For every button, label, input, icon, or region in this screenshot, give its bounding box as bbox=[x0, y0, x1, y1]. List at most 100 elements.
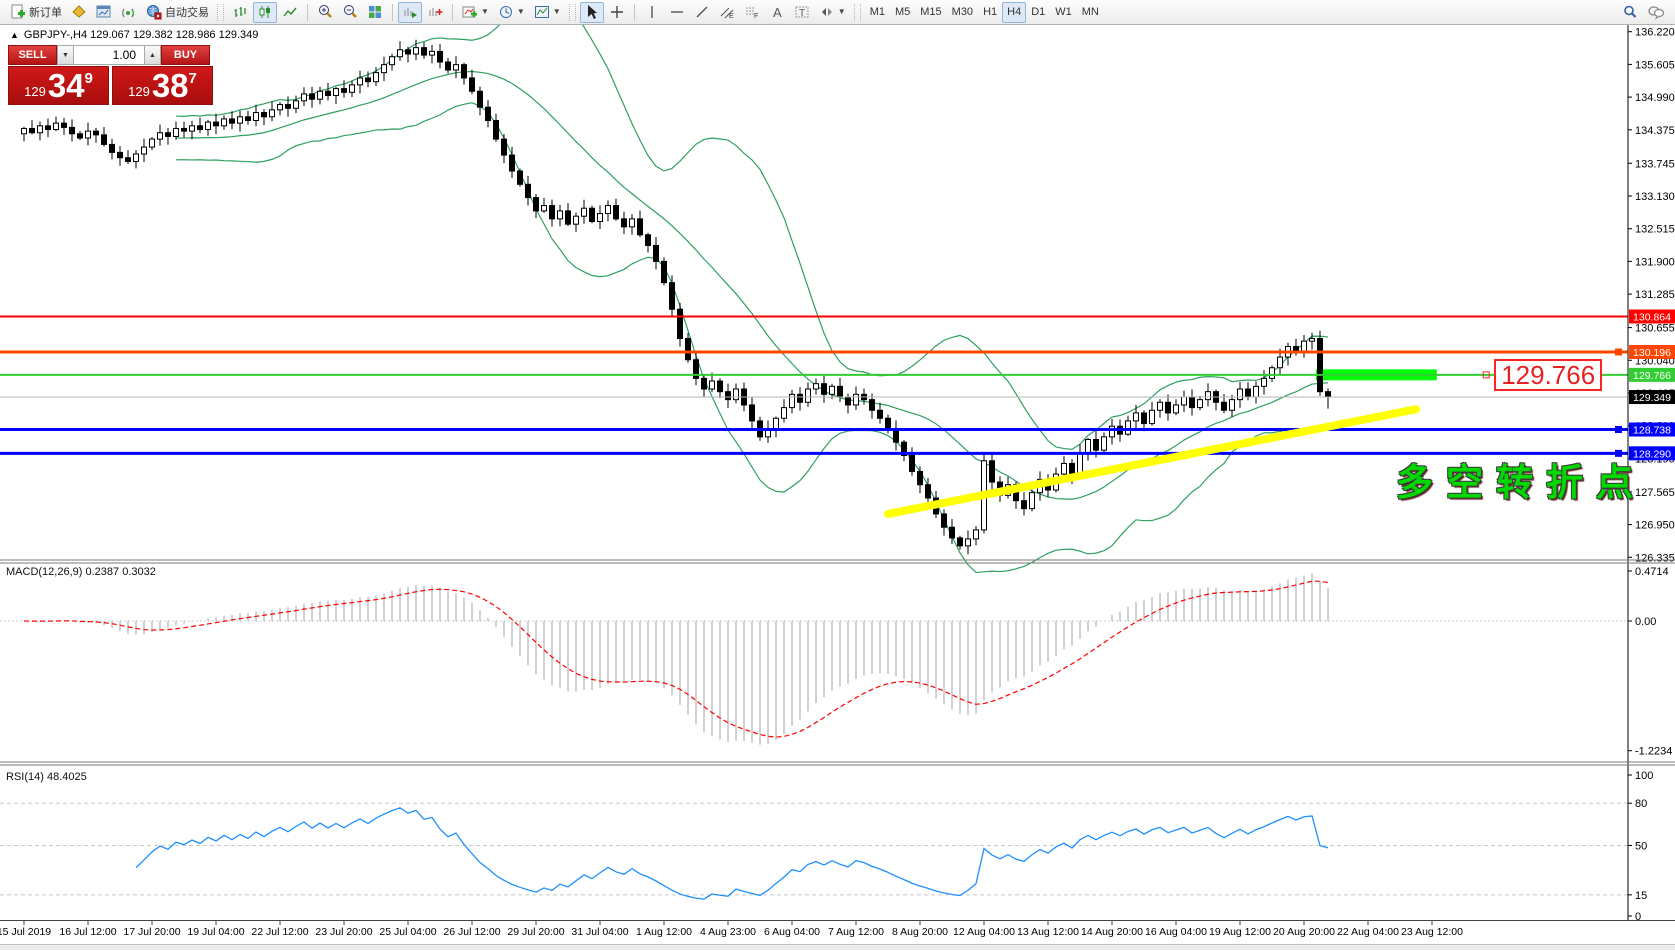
price-axis-label: 133.745 bbox=[1635, 158, 1675, 170]
metaeditor-icon bbox=[71, 4, 87, 20]
collapse-arrow-icon[interactable]: ▲ bbox=[10, 30, 19, 40]
periods-button[interactable]: ▼ bbox=[494, 2, 529, 23]
candle-down bbox=[950, 527, 955, 538]
toolbar-separator bbox=[392, 4, 393, 21]
candle-up bbox=[1262, 378, 1267, 386]
candle-down bbox=[678, 309, 683, 338]
candle-down bbox=[622, 219, 627, 227]
fibonacci-icon: F bbox=[744, 4, 760, 20]
fibonacci-button[interactable]: F bbox=[740, 2, 764, 23]
zoom-out-button[interactable] bbox=[338, 2, 362, 23]
timeframe-M30[interactable]: M30 bbox=[947, 2, 978, 23]
templates-icon bbox=[534, 4, 550, 20]
autotrading-icon bbox=[146, 4, 162, 20]
mt4-application: { "toolbar": { "new_order_label": "新订单",… bbox=[0, 0, 1675, 950]
timeframe-M1[interactable]: M1 bbox=[865, 2, 890, 23]
line-chart-mode-button[interactable] bbox=[278, 2, 302, 23]
candle-down bbox=[1190, 397, 1195, 408]
trendline-button[interactable] bbox=[690, 2, 714, 23]
time-axis[interactable]: 15 Jul 201916 Jul 12:0017 Jul 20:0019 Ju… bbox=[0, 926, 1675, 942]
candle-up bbox=[1310, 338, 1315, 341]
autotrading-button[interactable]: 自动交易 bbox=[142, 2, 213, 23]
tile-windows-button[interactable] bbox=[363, 2, 387, 23]
buy-button[interactable]: BUY bbox=[161, 45, 210, 65]
text-label-button[interactable]: T bbox=[790, 2, 814, 23]
candle-up bbox=[22, 128, 27, 133]
candle-down bbox=[534, 198, 539, 211]
equidistant-channel-button[interactable]: E bbox=[715, 2, 739, 23]
candle-down bbox=[214, 122, 219, 126]
metaeditor-button[interactable] bbox=[67, 2, 91, 23]
chart-shift-icon bbox=[427, 4, 443, 20]
rsi-indicator-label: RSI(14) 48.4025 bbox=[6, 771, 87, 783]
candle-down bbox=[702, 378, 707, 389]
macd-histogram bbox=[24, 574, 1328, 745]
chart-annotation-text[interactable]: 多空转折点 bbox=[1396, 452, 1646, 506]
autotrading-label: 自动交易 bbox=[165, 4, 209, 20]
candlestick-mode-button[interactable] bbox=[253, 2, 277, 23]
line-chart-icon bbox=[282, 4, 298, 20]
candle-up bbox=[558, 211, 563, 219]
candle-up bbox=[134, 154, 139, 161]
timeframe-H4[interactable]: H4 bbox=[1002, 2, 1026, 23]
auto-scroll-button[interactable] bbox=[398, 2, 422, 23]
new-chart-button[interactable] bbox=[92, 2, 116, 23]
timeframe-M5[interactable]: M5 bbox=[890, 2, 915, 23]
buy-quote-box[interactable]: 129 38 7 bbox=[112, 66, 213, 105]
rsi-axis-label: 50 bbox=[1635, 841, 1647, 853]
candle-up bbox=[1302, 341, 1307, 352]
candle-down bbox=[1166, 402, 1171, 413]
candle-up bbox=[782, 408, 787, 419]
vertical-line-button[interactable] bbox=[640, 2, 664, 23]
volume-increase-button[interactable]: ▲ bbox=[144, 45, 161, 65]
timeframe-D1[interactable]: D1 bbox=[1026, 2, 1050, 23]
new-chart-icon bbox=[96, 4, 112, 20]
timeframe-W1[interactable]: W1 bbox=[1050, 2, 1077, 23]
time-axis-label: 23 Aug 12:00 bbox=[1387, 926, 1477, 938]
candle-down bbox=[46, 126, 51, 130]
timeframe-MN[interactable]: MN bbox=[1077, 2, 1104, 23]
bollinger-bands bbox=[176, 25, 1328, 572]
search-button[interactable] bbox=[1618, 2, 1642, 23]
candlesticks bbox=[22, 40, 1331, 554]
bar-chart-mode-button[interactable] bbox=[228, 2, 252, 23]
timeframe-H1[interactable]: H1 bbox=[978, 2, 1002, 23]
zoom-in-button[interactable] bbox=[313, 2, 337, 23]
candle-up bbox=[1254, 386, 1259, 397]
indicators-button[interactable]: ▼ bbox=[458, 2, 493, 23]
candle-up bbox=[574, 216, 579, 224]
volume-input[interactable] bbox=[74, 45, 144, 65]
candle-up bbox=[350, 85, 355, 92]
candle-down bbox=[958, 538, 963, 546]
price-level-badge-text: 128.738 bbox=[1633, 425, 1671, 437]
candle-up bbox=[974, 530, 979, 539]
candle-down bbox=[62, 123, 67, 127]
candle-up bbox=[1102, 437, 1107, 450]
templates-button[interactable]: ▼ bbox=[530, 2, 565, 23]
candle-up bbox=[38, 126, 43, 133]
candle-down bbox=[438, 51, 443, 62]
crosshair-button[interactable] bbox=[605, 2, 629, 23]
level-endpoint-marker[interactable] bbox=[1615, 348, 1622, 355]
signals-button[interactable] bbox=[117, 2, 141, 23]
macd-panel: 0.47140.00-1.2234 bbox=[0, 566, 1672, 758]
chat-button[interactable] bbox=[1643, 2, 1669, 23]
candle-up bbox=[358, 78, 363, 85]
new-order-button[interactable]: 新订单 bbox=[6, 2, 66, 23]
rsi-line bbox=[136, 808, 1328, 899]
candle-down bbox=[510, 155, 515, 171]
buy-price-sup: 7 bbox=[189, 70, 197, 87]
timeframe-M15[interactable]: M15 bbox=[915, 2, 946, 23]
arrows-button[interactable]: ▼ bbox=[815, 2, 850, 23]
volume-decrease-button[interactable]: ▼ bbox=[57, 45, 74, 65]
price-callout-label[interactable]: 129.766 bbox=[1494, 359, 1602, 391]
chart-shift-button[interactable] bbox=[423, 2, 447, 23]
level-endpoint-marker[interactable] bbox=[1615, 426, 1622, 433]
candle-down bbox=[326, 91, 331, 95]
sell-button[interactable]: SELL bbox=[8, 45, 57, 65]
horizontal-line-button[interactable] bbox=[665, 2, 689, 23]
text-button[interactable]: A bbox=[765, 2, 789, 23]
sell-price-sup: 9 bbox=[85, 70, 93, 87]
sell-quote-box[interactable]: 129 34 9 bbox=[8, 66, 109, 105]
cursor-button[interactable] bbox=[580, 2, 604, 23]
